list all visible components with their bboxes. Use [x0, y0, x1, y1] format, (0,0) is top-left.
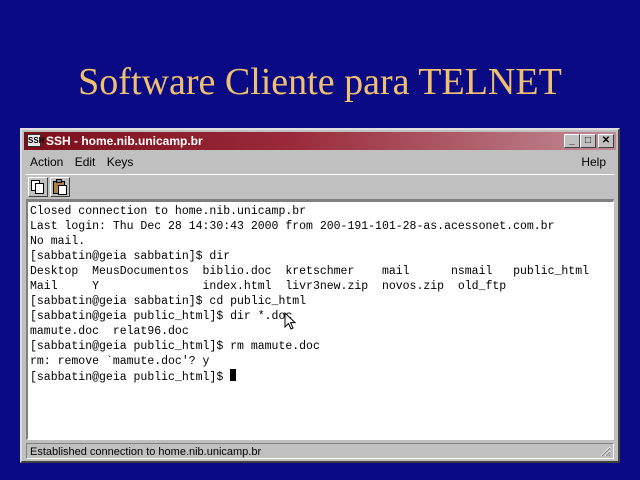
minimize-button[interactable]: _ — [564, 134, 580, 148]
resize-grip-icon[interactable] — [599, 445, 611, 457]
terminal-line: [sabbatin@geia public_html]$ rm mamute.d… — [30, 340, 320, 353]
terminal-prompt-line: [sabbatin@geia public_html]$ — [30, 369, 611, 384]
menu-bar: Action Edit Keys Help — [26, 152, 614, 172]
terminal-line: [sabbatin@geia public_html]$ dir *.doc — [30, 310, 293, 323]
text-cursor — [230, 369, 237, 381]
ssh-window: SSH SSH - home.nib.unicamp.br _ □ ✕ Acti… — [20, 128, 620, 463]
menu-keys[interactable]: Keys — [103, 152, 138, 172]
toolbar — [26, 174, 614, 200]
terminal-line: [sabbatin@geia sabbatin]$ cd public_html — [30, 295, 307, 308]
paste-button[interactable] — [50, 177, 70, 197]
terminal-line: Closed connection to home.nib.unicamp.br — [30, 205, 307, 218]
terminal-area[interactable]: Closed connection to home.nib.unicamp.br… — [26, 200, 614, 440]
maximize-button[interactable]: □ — [580, 134, 596, 148]
terminal-line: [sabbatin@geia sabbatin]$ dir — [30, 250, 231, 263]
menu-help[interactable]: Help — [577, 152, 610, 172]
terminal-prompt: [sabbatin@geia public_html]$ — [30, 371, 231, 384]
terminal-line: Desktop MeusDocumentos biblio.doc kretsc… — [30, 265, 589, 278]
menu-action[interactable]: Action — [26, 152, 67, 172]
status-bar: Established connection to home.nib.unica… — [26, 443, 614, 459]
copy-button[interactable] — [28, 177, 48, 197]
terminal-line: mamute.doc relat96.doc — [30, 325, 189, 338]
ssh-app-icon[interactable]: SSH — [27, 134, 44, 147]
title-bar[interactable]: SSH SSH - home.nib.unicamp.br _ □ ✕ — [24, 132, 616, 150]
slide-title: Software Cliente para TELNET — [78, 61, 562, 103]
terminal-line: No mail. — [30, 235, 86, 248]
terminal-line: Mail Y index.html livr3new.zip novos.zip… — [30, 280, 507, 293]
terminal-line: rm: remove `mamute.doc'? y — [30, 355, 210, 368]
terminal-line: Last login: Thu Dec 28 14:30:43 2000 fro… — [30, 220, 555, 233]
close-button[interactable]: ✕ — [598, 134, 614, 148]
window-title: SSH - home.nib.unicamp.br — [46, 134, 203, 148]
status-text: Established connection to home.nib.unica… — [30, 446, 262, 458]
menu-edit[interactable]: Edit — [71, 152, 100, 172]
mouse-pointer-icon — [284, 312, 297, 330]
